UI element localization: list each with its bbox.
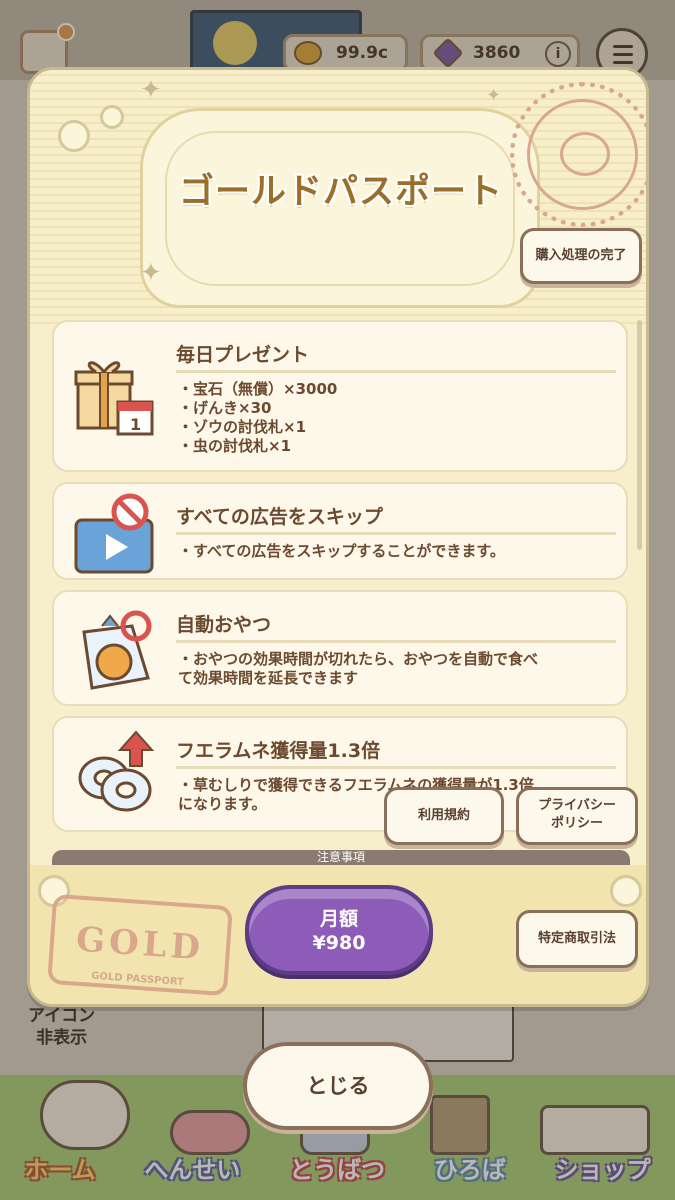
benefit-line: ・おやつの効果時間が切れたら、おやつを自動で食べ <box>178 650 539 668</box>
benefit-line: ・げんき×30 <box>178 399 272 417</box>
gold-passport-stamp: GOLD GOLD PASSPORT <box>47 893 233 997</box>
gift-calendar-icon: 1 <box>74 361 154 436</box>
chiikawa-stamp <box>510 82 646 227</box>
benefit-line: て効果時間を延長できます <box>178 669 359 687</box>
benefit-description: ・宝石（無償）×3000 ・げんき×30 ・ゾウの討伐札×1 ・虫の討伐札×1 <box>178 380 337 456</box>
benefit-item: 1 毎日プレゼント ・宝石（無償）×3000 ・げんき×30 ・ゾウの討伐札×1… <box>52 320 628 472</box>
privacy-policy-button[interactable]: プライバシー ポリシー <box>516 787 638 845</box>
benefit-title: すべての広告をスキップ <box>176 506 383 528</box>
benefit-title: フエラムネ獲得量1.3倍 <box>176 740 381 762</box>
benefit-description: ・すべての広告をスキップすることができます。 <box>178 542 505 561</box>
benefit-divider <box>176 766 616 769</box>
svg-text:1: 1 <box>130 415 141 434</box>
benefit-divider <box>176 370 616 373</box>
gold-passport-modal: ✦ ✦ ✦ ゴールドパスポート 購入処理の完了 1 毎日プレゼント ・宝石（無償… <box>27 67 649 1007</box>
auto-snack-icon <box>82 610 152 690</box>
benefit-description: ・おやつの効果時間が切れたら、おやつを自動で食べ て効果時間を延長できます <box>178 650 538 688</box>
ad-skip-icon <box>74 493 154 574</box>
notice-header[interactable]: 注意事項 <box>52 850 630 866</box>
benefit-line: ・すべての広告をスキップすることができます。 <box>178 542 505 560</box>
price-label: 月額 <box>319 908 358 930</box>
benefit-line: ・虫の討伐札×1 <box>178 437 292 455</box>
benefit-divider <box>176 532 616 535</box>
stamp-gold-text: GOLD <box>74 919 206 969</box>
benefit-title: 自動おやつ <box>176 614 272 636</box>
price-value: ¥980 <box>312 932 366 954</box>
character-face-icon <box>560 132 610 176</box>
stamp-inner-ring <box>527 99 638 210</box>
benefit-line: ・宝石（無償）×3000 <box>178 380 338 398</box>
commercial-law-button[interactable]: 特定商取引法 <box>516 910 638 968</box>
benefit-item: すべての広告をスキップ ・すべての広告をスキップすることができます。 <box>52 482 628 580</box>
complete-purchase-button[interactable]: 購入処理の完了 <box>520 228 642 284</box>
benefit-title: 毎日プレゼント <box>176 344 310 366</box>
sparkle-icon: ✦ <box>140 75 162 105</box>
benefit-item: 自動おやつ ・おやつの効果時間が切れたら、おやつを自動で食べ て効果時間を延長で… <box>52 590 628 706</box>
benefit-divider <box>176 640 616 643</box>
benefit-line: ・ゾウの討伐札×1 <box>178 418 307 436</box>
sparkle-icon: ✦ <box>140 258 162 288</box>
fuerame-up-icon <box>78 730 155 812</box>
list-scrollbar[interactable] <box>637 320 642 550</box>
privacy-label-2: ポリシー <box>550 816 603 831</box>
flower-icon <box>610 875 642 907</box>
terms-button[interactable]: 利用規約 <box>384 787 504 845</box>
flower-icon <box>100 105 124 129</box>
benefit-list[interactable]: 1 毎日プレゼント ・宝石（無償）×3000 ・げんき×30 ・ゾウの討伐札×1… <box>52 320 630 860</box>
flower-icon <box>58 120 90 152</box>
privacy-label-1: プライバシー <box>538 798 616 813</box>
sparkle-icon: ✦ <box>486 85 502 106</box>
subscribe-button[interactable]: 月額 ¥980 <box>245 885 433 975</box>
close-button[interactable]: とじる <box>243 1042 433 1130</box>
